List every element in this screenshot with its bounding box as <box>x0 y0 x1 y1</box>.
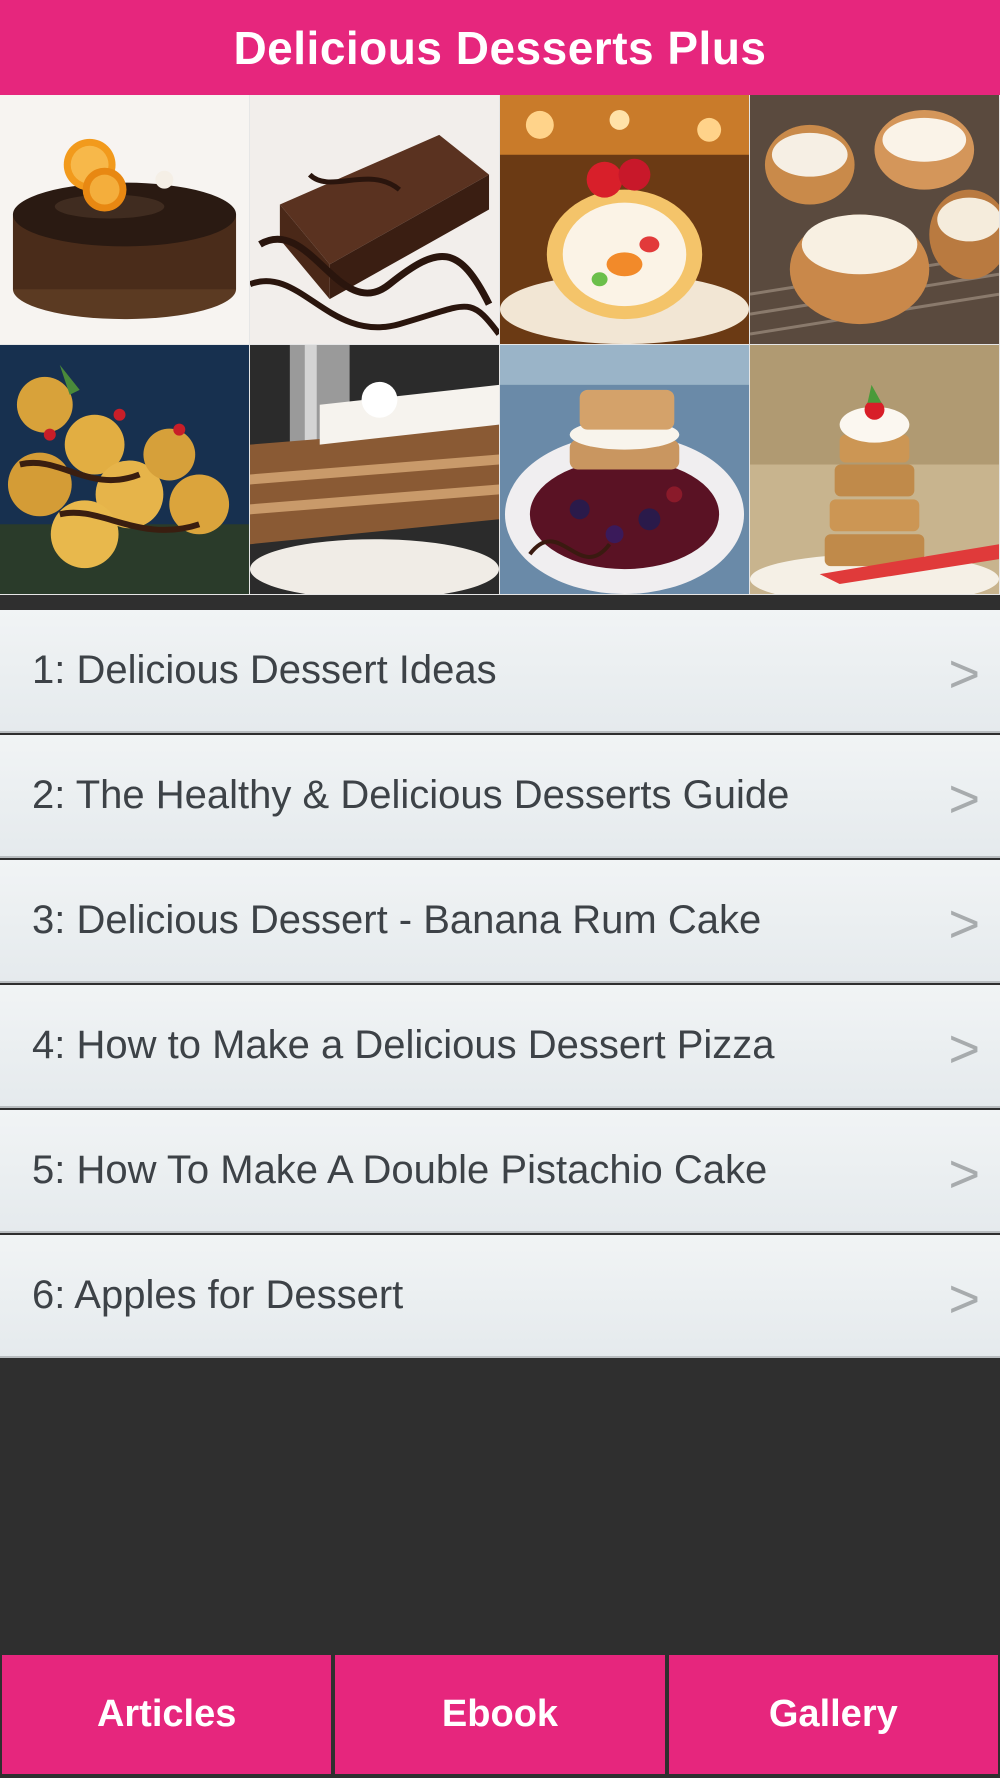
list-item[interactable]: 5: How To Make A Double Pistachio Cake > <box>0 1110 1000 1233</box>
list-item[interactable]: 3: Delicious Dessert - Banana Rum Cake > <box>0 860 1000 983</box>
layered-cake-slice-image <box>250 345 499 594</box>
gallery-image-chocolate-brownie[interactable] <box>250 95 500 345</box>
gallery-image-cream-puffs[interactable] <box>750 95 1000 345</box>
chevron-right-icon: > <box>948 768 980 829</box>
tab-gallery[interactable]: Gallery <box>668 1655 998 1774</box>
tab-gallery-label: Gallery <box>768 1693 898 1735</box>
profiteroles-chocolate-image <box>0 345 249 594</box>
list-item-label: 5: How To Make A Double Pistachio Cake <box>32 1148 768 1192</box>
gallery-image-waffle-tower[interactable] <box>750 345 1000 595</box>
list-item-label: 4: How to Make a Delicious Dessert Pizza <box>32 1023 775 1067</box>
list-item[interactable]: 4: How to Make a Delicious Dessert Pizza… <box>0 985 1000 1108</box>
tab-ebook-label: Ebook <box>441 1693 559 1735</box>
banner-divider <box>0 595 1000 610</box>
list-item-label: 1: Delicious Dessert Ideas <box>32 648 497 692</box>
chocolate-orange-cake-image <box>0 95 249 344</box>
gallery-image-strawberry-roll-cake[interactable] <box>500 95 750 345</box>
list-item-label: 6: Apples for Dessert <box>32 1273 404 1317</box>
gallery-image-layered-cake-slice[interactable] <box>250 345 500 595</box>
chevron-right-icon: > <box>948 1018 980 1079</box>
waffle-tower-image <box>750 345 999 594</box>
chevron-right-icon: > <box>948 893 980 954</box>
app-title: Delicious Desserts Plus <box>233 21 767 74</box>
tab-articles-label: Articles <box>96 1693 237 1735</box>
article-list: 1: Delicious Dessert Ideas > 2: The Heal… <box>0 610 1000 1360</box>
app-header: Delicious Desserts Plus <box>0 0 1000 95</box>
list-item-label: 2: The Healthy & Delicious Desserts Guid… <box>32 773 790 817</box>
chevron-right-icon: > <box>948 643 980 704</box>
gallery-image-profiteroles-chocolate[interactable] <box>0 345 250 595</box>
chevron-right-icon: > <box>948 1268 980 1329</box>
chevron-right-icon: > <box>948 1143 980 1204</box>
gallery-image-chocolate-orange-cake[interactable] <box>0 95 250 345</box>
tab-ebook[interactable]: Ebook <box>335 1655 665 1774</box>
chocolate-brownie-image <box>250 95 499 344</box>
dessert-gallery-banner <box>0 95 1000 595</box>
bottom-tab-bar: Articles Ebook Gallery <box>0 1653 1000 1778</box>
cream-puffs-image <box>750 95 999 344</box>
tab-articles[interactable]: Articles <box>2 1655 332 1774</box>
list-item[interactable]: 1: Delicious Dessert Ideas > <box>0 610 1000 733</box>
list-item-label: 3: Delicious Dessert - Banana Rum Cake <box>32 898 762 942</box>
list-item[interactable]: 6: Apples for Dessert > <box>0 1235 1000 1358</box>
berry-waffle-dessert-image <box>500 345 749 594</box>
list-item[interactable]: 2: The Healthy & Delicious Desserts Guid… <box>0 735 1000 858</box>
strawberry-roll-cake-image <box>500 95 749 344</box>
gallery-image-berry-waffle-dessert[interactable] <box>500 345 750 595</box>
